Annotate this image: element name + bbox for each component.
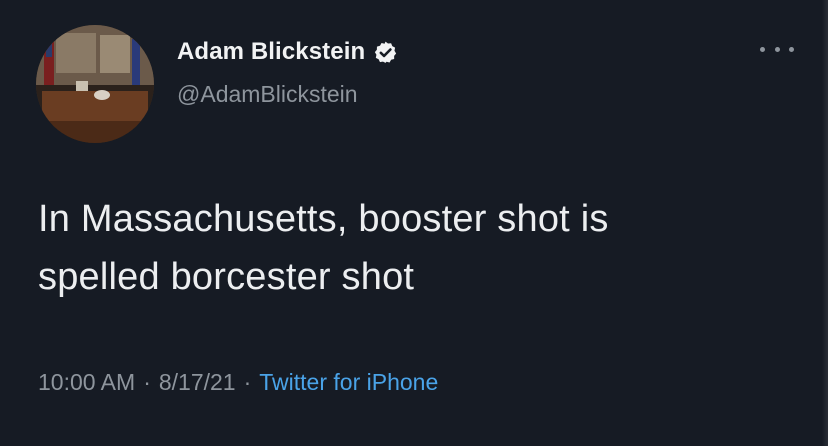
more-dot	[760, 46, 765, 52]
tweet-date[interactable]: 8/17/21	[159, 369, 236, 396]
author-display-name[interactable]: Adam Blickstein	[177, 38, 365, 66]
screen-edge	[822, 0, 828, 446]
tweet-text: In Massachusetts, booster shot is spelle…	[38, 190, 798, 306]
tweet-source-link[interactable]: Twitter for iPhone	[259, 369, 438, 396]
avatar-photo-icon	[36, 25, 154, 143]
tweet-card: Adam Blickstein @AdamBlickstein In Massa…	[0, 0, 828, 446]
meta-separator: ·	[143, 369, 151, 395]
more-dot	[789, 46, 794, 52]
meta-separator: ·	[243, 369, 252, 395]
tweet-text-line: spelled borcester shot	[38, 256, 415, 298]
tweet-meta: 10:00 AM · 8/17/21 · Twitter for iPhone	[38, 369, 438, 396]
tweet-time[interactable]: 10:00 AM	[38, 369, 135, 396]
verified-badge-icon	[373, 40, 398, 65]
more-horizontal-icon[interactable]	[760, 44, 794, 54]
tweet-text-line: In Massachusetts, booster shot is	[38, 198, 609, 240]
more-dot	[774, 46, 780, 52]
author-handle[interactable]: @AdamBlickstein	[177, 81, 358, 108]
author-name-row[interactable]: Adam Blickstein	[177, 36, 398, 68]
avatar[interactable]	[36, 25, 154, 143]
